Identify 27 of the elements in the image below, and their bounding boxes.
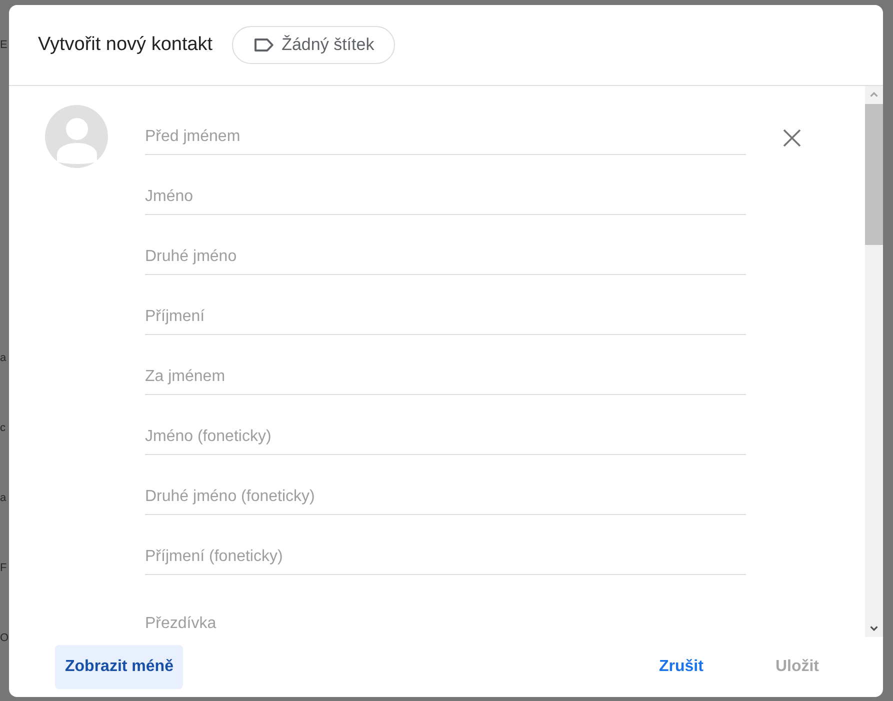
input-field[interactable]: Druhé jméno xyxy=(145,239,746,275)
input-field[interactable]: Jméno xyxy=(145,179,746,215)
scrollbar-thumb[interactable] xyxy=(865,104,883,245)
background-text: c xyxy=(0,422,6,435)
scrollbar-track[interactable] xyxy=(865,86,883,637)
background-text: a xyxy=(0,352,6,365)
chevron-down-icon[interactable] xyxy=(870,626,878,631)
input-field[interactable]: Druhé jméno (foneticky) xyxy=(145,479,746,515)
background-text: F xyxy=(0,562,7,575)
input-field[interactable]: Přezdívka xyxy=(145,606,746,637)
input-field[interactable]: Za jménem xyxy=(145,359,746,395)
background-text: E xyxy=(0,39,8,52)
chevron-up-icon[interactable] xyxy=(870,92,878,97)
show-less-button[interactable]: Zobrazit méně xyxy=(55,645,184,689)
background-text: O xyxy=(0,632,9,645)
input-field[interactable]: Příjmení (foneticky) xyxy=(145,539,746,575)
label-icon xyxy=(254,38,274,52)
input-field[interactable]: Příjmení xyxy=(145,299,746,335)
input-field[interactable]: Před jménem xyxy=(145,119,746,155)
close-icon xyxy=(783,129,801,147)
dialog-title: Vytvořit nový kontakt xyxy=(38,34,213,56)
close-button[interactable] xyxy=(783,129,801,147)
background-text: a xyxy=(0,492,6,505)
label-chip[interactable]: Žádný štítek xyxy=(232,26,396,64)
person-avatar-icon xyxy=(45,105,108,168)
cancel-button[interactable]: Zrušit xyxy=(635,645,728,689)
input-field[interactable]: Jméno (foneticky) xyxy=(145,419,746,455)
